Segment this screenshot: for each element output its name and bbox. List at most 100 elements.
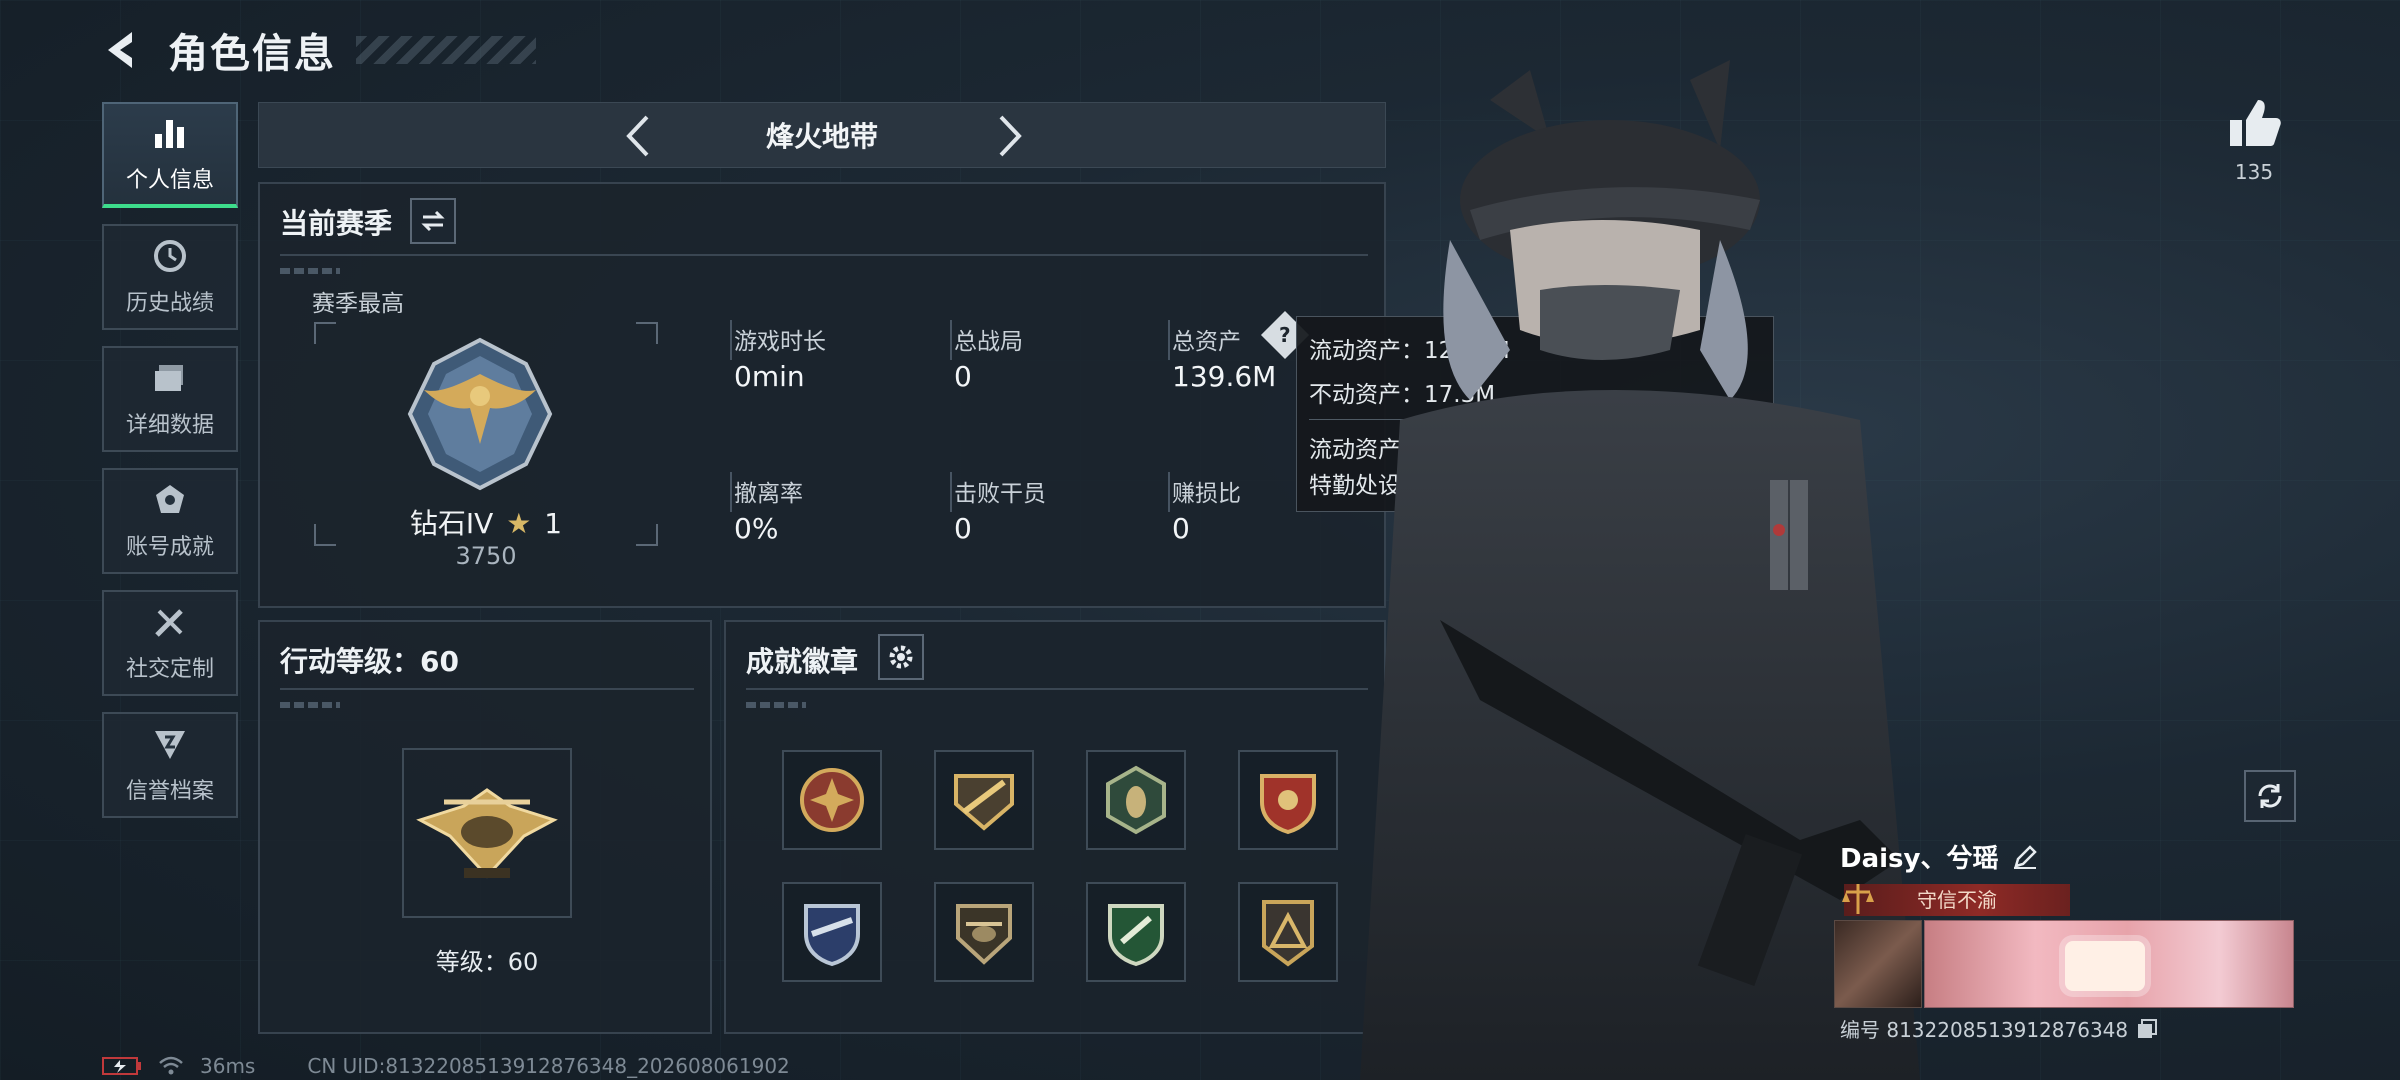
like-count: 135: [2234, 160, 2274, 184]
season-best-label: 赛季最高: [312, 291, 404, 317]
stat-value-playtime: 0min: [734, 360, 805, 393]
gear-icon: [889, 645, 913, 669]
uid-text: CN UID:8132208513912876348_202608061902: [307, 1054, 790, 1078]
stat-value-kills: 0: [954, 512, 972, 545]
sidebar-item-detailed-data[interactable]: 详细数据: [102, 346, 238, 452]
sidebar-item-social[interactable]: 社交定制: [102, 590, 238, 696]
scales-emblem-icon: [1842, 884, 1874, 914]
chevron-left-icon[interactable]: [617, 113, 663, 159]
sidebar-item-label: 历史战绩: [125, 291, 214, 316]
player-id: 编号 8132208513912876348: [1840, 1018, 2129, 1042]
level-emblem-frame: [402, 748, 572, 918]
sidebar-item-credit[interactable]: 信誉档案: [102, 712, 238, 818]
avatar[interactable]: [1834, 920, 1922, 1008]
stat-label-total-matches: 总战局: [954, 329, 1023, 355]
diamond-rank-emblem-icon: [407, 337, 553, 491]
credit-icon: [155, 731, 185, 759]
tick-decoration: [280, 268, 340, 274]
divider: [280, 254, 1368, 256]
sidebar-item-label: 个人信息: [125, 168, 214, 193]
stat-value-total-matches: 0: [954, 360, 972, 393]
stat-divider: [950, 320, 952, 360]
mode-title: 烽火地带: [765, 120, 878, 153]
stat-value-extract-rate: 0%: [734, 512, 779, 545]
refresh-button[interactable]: [2244, 770, 2296, 822]
medal-heli-icon: [956, 904, 1012, 965]
folder-icon: [155, 365, 183, 391]
badge-slot[interactable]: [1086, 750, 1186, 850]
sidebar-item-personal-info[interactable]: 个人信息: [102, 102, 238, 208]
sidebar: 个人信息 历史战绩 详细数据 账号成就 社交定制 信誉档案: [102, 102, 238, 834]
stat-divider: [1168, 320, 1170, 360]
sidebar-item-achievements[interactable]: 账号成就: [102, 468, 238, 574]
badge-slot[interactable]: [782, 750, 882, 850]
rank-stars: 1: [544, 507, 563, 540]
back-arrow-icon[interactable]: [100, 26, 148, 74]
stat-label-playtime: 游戏时长: [734, 329, 826, 355]
swap-icon: [421, 210, 445, 232]
badge-slot[interactable]: [1086, 882, 1186, 982]
player-id-row: 编号 8132208513912876348: [1840, 1014, 2158, 1043]
title-decoration: [356, 36, 536, 64]
stat-label-kills: 击败干员: [954, 481, 1046, 507]
medal-wings-icon: [804, 904, 860, 967]
stat-label-profit-ratio: 赚损比: [1172, 481, 1241, 507]
stat-divider: [1168, 472, 1170, 512]
achievement-icon: [156, 485, 184, 513]
tick-decoration: [280, 702, 340, 708]
tools-icon: [155, 609, 183, 637]
medal-wasp-icon: [1106, 765, 1166, 835]
bar-chart-icon: [155, 120, 184, 148]
divider: [746, 688, 1368, 690]
player-card: Daisy、兮瑶 守信不渝 编号 8132208513912876348: [1834, 838, 2294, 1042]
sidebar-item-label: 详细数据: [125, 413, 214, 438]
wifi-icon: [159, 1056, 183, 1075]
chevron-right-icon[interactable]: [985, 113, 1031, 159]
status-bar: 36ms CN UID:8132208513912876348_20260806…: [102, 1054, 790, 1078]
badges-title: 成就徽章: [746, 645, 859, 678]
action-level-title: 行动等级：60: [280, 645, 459, 678]
page-title: 角色信息: [168, 31, 336, 77]
stat-label-extract-rate: 撤离率: [734, 481, 803, 507]
refresh-icon: [2258, 784, 2282, 808]
rank-star-icon: ★: [506, 507, 532, 540]
stat-value-profit-ratio: 0: [1172, 512, 1190, 545]
edit-pencil-icon[interactable]: [2012, 844, 2038, 870]
medal-jet-icon: [954, 774, 1014, 831]
stat-divider: [730, 472, 732, 512]
player-name-row: Daisy、兮瑶: [1840, 838, 2038, 875]
rank-name-row: 钻石IV ★ 1: [314, 502, 658, 542]
nameplate-card: [1924, 920, 2294, 1008]
season-panel: 当前赛季 赛季最高 钻石IV ★ 1 3750 游戏时长 0min 总战局 0 …: [258, 182, 1386, 608]
action-level-panel: 行动等级：60 等级：60: [258, 620, 712, 1034]
divider: [280, 688, 694, 690]
badge-slot[interactable]: [934, 882, 1034, 982]
thumbs-up-icon[interactable]: [2226, 96, 2282, 152]
stat-divider: [730, 320, 732, 360]
tick-decoration: [746, 702, 806, 708]
copy-icon[interactable]: [2136, 1018, 2158, 1040]
stat-value-total-assets: 139.6M: [1172, 360, 1277, 393]
sidebar-item-history[interactable]: 历史战绩: [102, 224, 238, 330]
season-title: 当前赛季: [280, 207, 393, 240]
page-header: 角色信息: [100, 20, 536, 80]
badges-panel: 成就徽章: [724, 620, 1386, 1034]
badge-slot[interactable]: [934, 750, 1034, 850]
player-name: Daisy、兮瑶: [1840, 844, 1999, 874]
badge-slot[interactable]: [782, 882, 882, 982]
switch-season-button[interactable]: [410, 198, 456, 244]
badge-settings-button[interactable]: [878, 634, 924, 680]
medal-cross-icon: [800, 768, 864, 832]
stat-divider: [950, 472, 952, 512]
level-text: 等级：60: [435, 948, 539, 976]
sidebar-item-label: 社交定制: [125, 657, 214, 682]
ping-text: 36ms: [200, 1054, 256, 1078]
sidebar-item-label: 账号成就: [125, 535, 214, 560]
sidebar-item-label: 信誉档案: [125, 779, 214, 804]
question-icon: ?: [1279, 322, 1291, 347]
helicopter-emblem-icon: [416, 788, 558, 879]
history-clock-icon: [154, 240, 186, 272]
mode-selector: 烽火地带: [258, 102, 1386, 168]
stat-label-total-assets: 总资产: [1172, 329, 1241, 355]
cake-decoration: [2065, 941, 2145, 991]
